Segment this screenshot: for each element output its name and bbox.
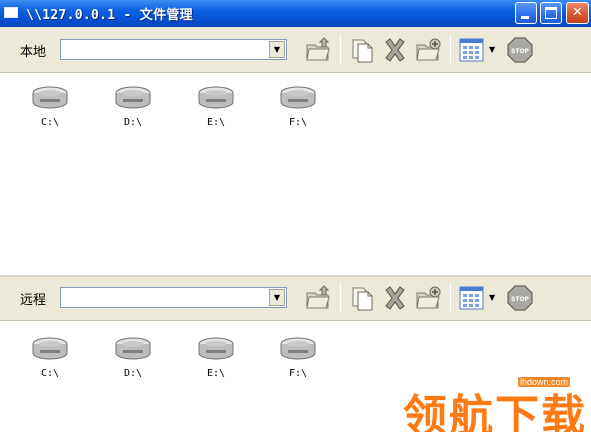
delete-icon[interactable] bbox=[381, 284, 409, 312]
chevron-down-icon[interactable]: ▼ bbox=[269, 41, 285, 58]
maximize-button[interactable] bbox=[540, 2, 562, 24]
drive-item[interactable]: C:\ bbox=[20, 336, 80, 396]
new-folder-icon[interactable] bbox=[414, 36, 442, 64]
drive-label: C:\ bbox=[40, 117, 60, 128]
drive-item[interactable]: E:\ bbox=[186, 85, 246, 145]
dropdown-icon[interactable]: ▼ bbox=[489, 284, 499, 312]
window-icon bbox=[4, 7, 18, 18]
drive-item[interactable]: F:\ bbox=[268, 336, 328, 396]
chevron-down-icon[interactable]: ▼ bbox=[269, 289, 285, 306]
drive-item[interactable]: D:\ bbox=[103, 85, 163, 145]
hard-drive-icon bbox=[198, 86, 234, 109]
watermark-text: 领航下载 bbox=[403, 391, 587, 432]
drive-item[interactable]: C:\ bbox=[20, 85, 80, 145]
hard-drive-icon bbox=[115, 86, 151, 109]
drive-item[interactable]: F:\ bbox=[268, 85, 328, 145]
copy-icon[interactable] bbox=[348, 36, 376, 64]
stop-icon[interactable]: STOP bbox=[506, 284, 534, 312]
drive-label: D:\ bbox=[123, 117, 143, 128]
new-folder-icon[interactable] bbox=[414, 284, 442, 312]
title-bar[interactable]: \\127.0.0.1 - 文件管理 ✕ bbox=[0, 0, 591, 27]
remote-toolbar: 远程 ▼ ▼ STOP bbox=[0, 275, 591, 321]
drive-label: E:\ bbox=[206, 117, 226, 128]
hard-drive-icon bbox=[115, 337, 151, 360]
hard-drive-icon bbox=[280, 86, 316, 109]
local-toolbar: 本地 ▼ ▼ STOP bbox=[0, 27, 591, 73]
local-path-combo[interactable]: ▼ bbox=[60, 39, 287, 60]
view-icon[interactable] bbox=[458, 284, 486, 312]
hard-drive-icon bbox=[32, 337, 68, 360]
drive-label: F:\ bbox=[288, 117, 308, 128]
drive-label: C:\ bbox=[40, 368, 60, 379]
drive-label: E:\ bbox=[206, 368, 226, 379]
local-file-list[interactable]: C:\ D:\ E:\ F:\ bbox=[0, 73, 591, 275]
view-icon[interactable] bbox=[458, 36, 486, 64]
folder-up-icon[interactable] bbox=[304, 284, 332, 312]
toolbar-separator bbox=[450, 283, 451, 313]
remote-path-combo[interactable]: ▼ bbox=[60, 287, 287, 308]
dropdown-icon[interactable]: ▼ bbox=[489, 36, 499, 64]
local-label: 本地 bbox=[20, 45, 47, 60]
maximize-icon bbox=[545, 7, 557, 19]
stop-text: STOP bbox=[511, 48, 530, 55]
copy-icon[interactable] bbox=[348, 284, 376, 312]
hard-drive-icon bbox=[280, 337, 316, 360]
delete-icon[interactable] bbox=[381, 36, 409, 64]
window-title: \\127.0.0.1 - 文件管理 bbox=[26, 8, 193, 23]
stop-text: STOP bbox=[511, 296, 530, 303]
hard-drive-icon bbox=[32, 86, 68, 109]
drive-item[interactable]: E:\ bbox=[186, 336, 246, 396]
hard-drive-icon bbox=[198, 337, 234, 360]
toolbar-separator bbox=[340, 283, 341, 313]
close-button[interactable]: ✕ bbox=[566, 2, 589, 24]
minimize-icon bbox=[521, 16, 529, 19]
stop-icon[interactable]: STOP bbox=[506, 36, 534, 64]
drive-item[interactable]: D:\ bbox=[103, 336, 163, 396]
folder-up-icon[interactable] bbox=[304, 36, 332, 64]
minimize-button[interactable] bbox=[515, 2, 537, 24]
drive-label: D:\ bbox=[123, 368, 143, 379]
drive-label: F:\ bbox=[288, 368, 308, 379]
toolbar-separator bbox=[450, 35, 451, 65]
toolbar-separator bbox=[340, 35, 341, 65]
remote-label: 远程 bbox=[20, 293, 47, 308]
